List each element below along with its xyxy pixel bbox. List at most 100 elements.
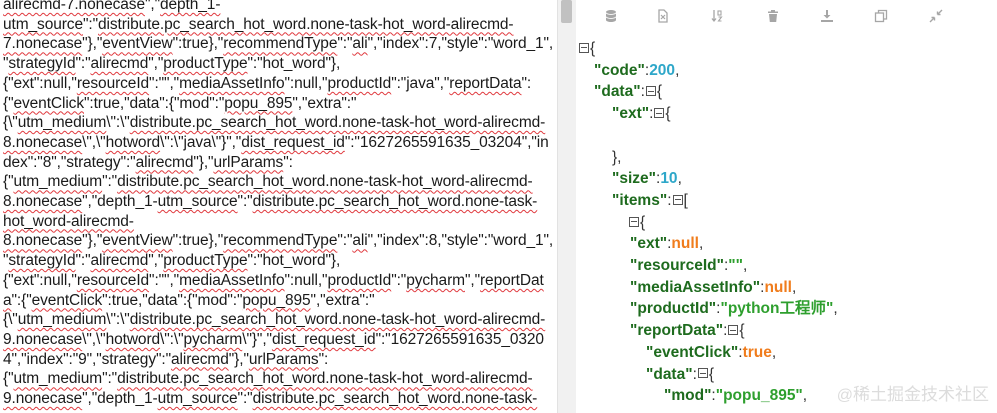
raw-text-segment: ":null," <box>284 271 328 289</box>
json-tree-line: "ext":null, <box>630 233 703 255</box>
raw-text-segment: ":" <box>337 232 353 250</box>
raw-text-segment: ","depth_1- <box>82 193 158 210</box>
json-punctuation: , <box>698 235 704 253</box>
collapse-toggle-icon[interactable] <box>654 108 665 118</box>
collapse-toggle-icon[interactable] <box>629 216 639 227</box>
vertical-scrollbar[interactable] <box>557 0 576 413</box>
raw-text-segment: ":" <box>75 55 91 73</box>
raw-json-text-pane[interactable]: alirecmd-7.nonecase","depth_1- utm_source… <box>0 0 556 413</box>
raw-text-segment: ": <box>318 350 329 368</box>
collapse-toggle-icon[interactable] <box>579 42 589 53</box>
json-punctuation: { <box>708 365 715 383</box>
spellcheck-flagged-text: ali <box>352 35 368 53</box>
raw-text-segment: ":true}," <box>172 35 224 53</box>
raw-text-segment: ":" <box>391 271 407 289</box>
spellcheck-flagged-text: mediaAssetInfo <box>179 271 285 289</box>
spellcheck-flagged-text: utm_medium <box>17 114 107 132</box>
json-number: 200 <box>649 61 676 79</box>
spellcheck-flagged-text: urlParams <box>248 350 319 368</box>
json-key: "resourceId" <box>630 257 724 274</box>
json-key: "ext" <box>612 105 650 123</box>
collapse-toggle-icon[interactable] <box>672 194 683 205</box>
watermark: @稀土掘金技术社区 <box>836 385 989 404</box>
raw-text-segment: {\" <box>3 114 18 132</box>
spellcheck-flagged-text: 8.nonecase <box>3 133 83 151</box>
json-tree-line: "size":10, <box>612 168 682 190</box>
json-tree-line: "mediaAssetInfo":null, <box>630 277 796 299</box>
raw-text-segment: ":" <box>237 193 253 210</box>
raw-text-segment: ":"1627265591635_03204","in <box>344 133 549 151</box>
json-key: "reportData" <box>630 322 724 340</box>
raw-text-segment: \",\" <box>82 133 106 151</box>
spellcheck-flagged-text: productId <box>327 271 392 289</box>
json-key: "productId" <box>630 300 717 318</box>
raw-text-segment: ","depth_1- <box>82 390 158 407</box>
raw-text-line: 7.nonecase"},"eventView":true},"recommen… <box>3 35 553 53</box>
spellcheck-flagged-text: eventClick <box>31 291 103 309</box>
raw-text-segment: ","index":8,"style":"word_1", <box>367 232 554 250</box>
copy-icon[interactable] <box>874 9 888 23</box>
spellcheck-flagged-text: 7.nonecase <box>3 35 83 53</box>
raw-text-segment: {" <box>3 370 14 388</box>
scrollbar-thumb[interactable] <box>561 0 572 23</box>
spellcheck-flagged-text: 8.nonecase <box>3 232 83 250</box>
json-punctuation: }, <box>612 148 622 166</box>
json-tree-line: }, <box>612 147 621 169</box>
spellcheck-flagged-text: utm_source <box>157 193 238 210</box>
collapse-toggle-icon[interactable] <box>645 86 656 97</box>
raw-text-segment: "," <box>148 252 164 270</box>
collapse-toggle-icon[interactable] <box>728 325 739 335</box>
json-tree-line: "ext": { <box>612 103 671 125</box>
json-tree-line: "reportData": { <box>630 320 745 342</box>
raw-text-segment: ":"java"," <box>391 74 450 92</box>
raw-text-line: a":{"eventClick":true,"data":{"mod":"pop… <box>3 292 375 310</box>
raw-text-line: hot_word-alirecmd- <box>3 213 134 231</box>
spellcheck-flagged-text: 9.nonecase <box>3 330 83 348</box>
json-key: "size" <box>612 170 656 188</box>
file-format-icon[interactable] <box>656 9 670 23</box>
spellcheck-flagged-text: productType <box>163 55 248 73</box>
json-viewer-pane: {"code":200, "data":{"ext":{}, "size":10, "… <box>576 0 997 413</box>
spellcheck-flagged-text: 8.nonecase <box>3 193 83 210</box>
spellcheck-flagged-text: 9.nonecase <box>3 390 83 407</box>
json-punctuation: : <box>692 365 697 383</box>
json-string: "python工程师" <box>720 300 834 318</box>
json-string: "popu_895" <box>715 387 803 405</box>
json-viewer-toolbar <box>576 0 997 32</box>
spellcheck-flagged-text: resourceId <box>76 74 150 92</box>
json-tree-line: "code":200, <box>594 60 679 82</box>
download-icon[interactable] <box>820 9 834 23</box>
spellcheck-flagged-text: distribute.pc_search_hot_word.none-task-… <box>98 15 514 33</box>
json-tree-line: "resourceId":"", <box>630 255 747 277</box>
spellcheck-flagged-text: dist_request_id <box>241 133 345 151</box>
raw-text-line: 4","index":"9","strategy":"alirecmd"},"u… <box>3 351 328 369</box>
spellcheck-flagged-text: eventClick <box>13 94 84 112</box>
compress-icon[interactable] <box>929 9 943 23</box>
database-icon[interactable] <box>604 9 618 23</box>
json-punctuation: { <box>640 213 646 231</box>
trash-icon[interactable] <box>766 9 780 23</box>
json-null: null <box>671 235 699 253</box>
raw-text-line: alirecmd-7.nonecase","depth_1- <box>3 0 220 14</box>
json-punctuation: : <box>667 191 672 209</box>
spellcheck-flagged-text: popu_895 <box>242 291 311 309</box>
spellcheck-flagged-text: alirecmd <box>170 350 229 368</box>
raw-text-segment: ":" <box>337 35 353 53</box>
raw-text-line: {"ext":null,"resourceId":"","mediaAssetI… <box>3 75 531 93</box>
spellcheck-flagged-text: utm_medium <box>13 173 103 191</box>
raw-text-line: dex":"8","strategy":"alirecmd"},"urlPara… <box>3 154 293 172</box>
json-tree-line: "productId":"python工程师", <box>630 298 838 320</box>
json-tree-line: "mod":"popu_895", <box>664 385 807 407</box>
json-key: "code" <box>594 61 645 79</box>
spellcheck-flagged-text: distribute.pc_search_hot_word.none-task- <box>252 390 538 407</box>
raw-text-segment: ":" <box>75 252 91 270</box>
sort-icon[interactable] <box>711 9 725 23</box>
collapse-toggle-icon[interactable] <box>697 368 708 379</box>
json-punctuation: : <box>649 105 654 123</box>
json-punctuation: , <box>792 278 797 296</box>
json-key: "mod" <box>664 387 712 405</box>
spellcheck-flagged-text: pycharm <box>406 271 465 289</box>
raw-text-segment: ":" <box>82 15 98 33</box>
raw-text-segment: {" <box>3 173 14 191</box>
raw-text-segment: {\" <box>3 311 18 329</box>
